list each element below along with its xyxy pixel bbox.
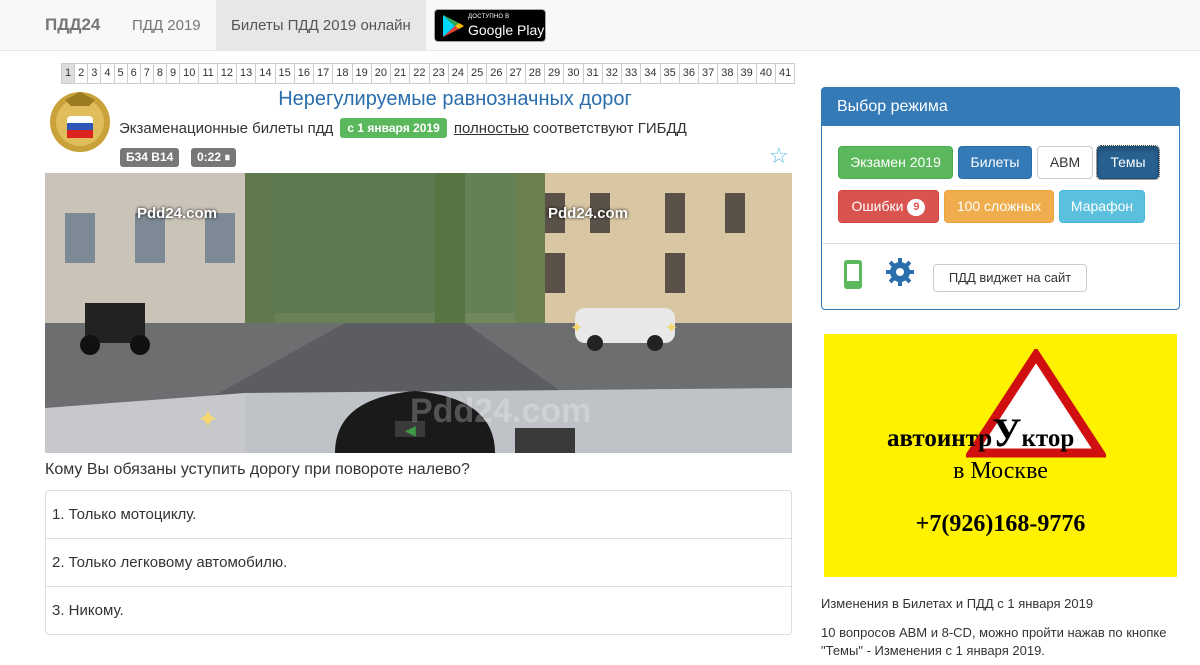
- ticket-page-3[interactable]: 3: [88, 64, 102, 83]
- ticket-page-17[interactable]: 17: [314, 64, 334, 83]
- abm-button[interactable]: АВМ: [1037, 146, 1093, 179]
- ticket-page-28[interactable]: 28: [525, 64, 546, 83]
- mode-panel: Выбор режима Экзамен 2019 Билеты АВМ Тем…: [821, 87, 1180, 310]
- subtitle-text-end: соответствуют ГИБДД: [533, 120, 687, 137]
- ticket-page-13[interactable]: 13: [237, 64, 257, 83]
- errors-label: Ошибки: [851, 198, 904, 214]
- ticket-page-18[interactable]: 18: [333, 64, 353, 83]
- ticket-page-33[interactable]: 33: [622, 64, 642, 83]
- ticket-page-24[interactable]: 24: [448, 64, 469, 83]
- ticket-page-27[interactable]: 27: [506, 64, 526, 83]
- svg-text:✦: ✦: [570, 320, 583, 337]
- watermark-center: Pdd24.com: [410, 392, 592, 430]
- answer-list: 1. Только мотоциклу. 2. Только легковому…: [45, 490, 792, 635]
- watermark-left: Pdd24.com: [137, 205, 218, 222]
- question-text: Кому Вы обязаны уступить дорогу при пово…: [45, 461, 470, 478]
- ticket-page-36[interactable]: 36: [679, 64, 700, 83]
- ticket-page-21[interactable]: 21: [391, 64, 411, 83]
- answer-option-1[interactable]: 1. Только мотоциклу.: [46, 491, 791, 539]
- panel-divider: [822, 243, 1179, 244]
- google-play-small-text: ДОСТУПНО В: [468, 14, 510, 20]
- errors-button[interactable]: Ошибки 9: [838, 190, 939, 223]
- ticket-page-20[interactable]: 20: [371, 64, 392, 83]
- ticket-page-1[interactable]: 1: [62, 64, 76, 83]
- nav-link-tickets-online[interactable]: Билеты ПДД 2019 онлайн: [216, 0, 426, 51]
- ticket-page-5[interactable]: 5: [114, 64, 128, 83]
- ticket-page-11[interactable]: 11: [199, 64, 218, 83]
- favorite-star-icon[interactable]: ☆: [769, 143, 789, 169]
- subtitle-link[interactable]: полностью: [454, 120, 529, 137]
- news-text-2: 10 вопросов АВМ и 8-CD, можно пройти наж…: [821, 625, 1167, 658]
- nav-link-pdd-2019[interactable]: ПДД 2019: [117, 0, 216, 51]
- ticket-page-19[interactable]: 19: [352, 64, 372, 83]
- ticket-page-22[interactable]: 22: [410, 64, 430, 83]
- gibdd-emblem-icon: [50, 92, 110, 152]
- ad-line-2: в Москве: [953, 458, 1048, 484]
- driving-instructor-ad[interactable]: автоинтрУктор в Москве +7(926)168-9776: [824, 334, 1177, 577]
- news-link-1[interactable]: Изменения в Билетах и ПДД с 1 января 201…: [821, 595, 1181, 613]
- ticket-page-38[interactable]: 38: [718, 64, 738, 83]
- brand-link[interactable]: ПДД24: [45, 15, 100, 35]
- google-play-badge[interactable]: ДОСТУПНО В Google Play: [434, 9, 546, 42]
- ticket-pager: 1 2 3 4 5 6 7 8 9 10 11 12 13 14 15 16 17 18 19 20 21 22 23 24 2…: [61, 63, 796, 84]
- ticket-page-16[interactable]: 16: [294, 64, 315, 83]
- date-badge: с 1 января 2019: [340, 118, 447, 138]
- ticket-page-25[interactable]: 25: [468, 64, 488, 83]
- exam-button[interactable]: Экзамен 2019: [838, 146, 953, 179]
- widget-button[interactable]: ПДД виджет на сайт: [933, 264, 1087, 292]
- ticket-page-10[interactable]: 10: [180, 64, 200, 83]
- ticket-page-4[interactable]: 4: [101, 64, 115, 83]
- mode-panel-title: Выбор режима: [822, 88, 1179, 126]
- ticket-page-29[interactable]: 29: [545, 64, 565, 83]
- ticket-page-34[interactable]: 34: [641, 64, 661, 83]
- answer-option-2[interactable]: 2. Только легковому автомобилю.: [46, 539, 791, 587]
- marathon-button[interactable]: Марафон: [1059, 190, 1145, 223]
- svg-text:✦: ✦: [197, 404, 219, 434]
- tickets-button[interactable]: Билеты: [958, 146, 1032, 179]
- ticket-page-23[interactable]: 23: [429, 64, 449, 83]
- ticket-page-37[interactable]: 37: [699, 64, 719, 83]
- svg-text:✦: ✦: [665, 320, 678, 337]
- themes-button[interactable]: Темы: [1096, 145, 1160, 180]
- ticket-page-40[interactable]: 40: [756, 64, 777, 83]
- ad-line-1: автоинтрУктор: [887, 410, 1075, 455]
- ticket-page-2[interactable]: 2: [75, 64, 89, 83]
- ticket-page-26[interactable]: 26: [487, 64, 507, 83]
- google-play-label: Google Play: [468, 22, 545, 38]
- top-navbar: ПДД24 ПДД 2019 Билеты ПДД 2019 онлайн ДО…: [0, 0, 1200, 51]
- ticket-page-15[interactable]: 15: [275, 64, 295, 83]
- ticket-page-41[interactable]: 41: [776, 64, 795, 83]
- subtitle: Экзаменационные билеты пдд с 1 января 20…: [119, 118, 687, 138]
- google-play-icon: [443, 15, 464, 37]
- mobile-phone-icon[interactable]: [844, 260, 862, 289]
- ticket-page-9[interactable]: 9: [167, 64, 181, 83]
- subtitle-text: Экзаменационные билеты пдд: [119, 120, 334, 137]
- ticket-page-30[interactable]: 30: [564, 64, 584, 83]
- answer-option-3[interactable]: 3. Никому.: [46, 587, 791, 634]
- hard-questions-button[interactable]: 100 сложных: [944, 190, 1054, 223]
- ticket-page-14[interactable]: 14: [256, 64, 276, 83]
- ad-phone: +7(926)168-9776: [915, 511, 1086, 537]
- ticket-page-8[interactable]: 8: [153, 64, 167, 83]
- question-title: Нерегулируемые равнозначных дорог: [278, 88, 632, 110]
- ticket-page-31[interactable]: 31: [583, 64, 603, 83]
- ticket-number-badge: Б34 В14: [120, 148, 180, 167]
- ticket-page-32[interactable]: 32: [602, 64, 623, 83]
- ticket-page-39[interactable]: 39: [737, 64, 757, 83]
- ticket-page-6[interactable]: 6: [127, 64, 141, 83]
- timer-badge[interactable]: 0:22 ⏸: [191, 148, 237, 167]
- ticket-page-12[interactable]: 12: [217, 64, 238, 83]
- watermark-right: Pdd24.com: [548, 205, 629, 222]
- errors-count-badge: 9: [907, 199, 926, 216]
- ticket-page-35[interactable]: 35: [660, 64, 680, 83]
- ticket-page-7[interactable]: 7: [140, 64, 154, 83]
- gear-icon[interactable]: [885, 257, 915, 287]
